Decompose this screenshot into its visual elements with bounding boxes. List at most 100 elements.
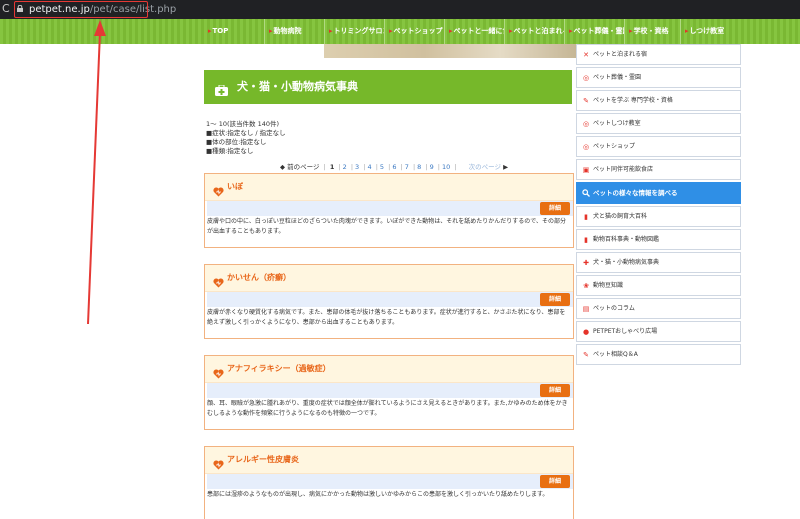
entry-header: アナフィラキシー（過敏症）: [205, 356, 573, 383]
paw-icon: ❀: [583, 282, 589, 290]
nav-item-label: しつけ教室: [689, 27, 725, 35]
entry-description: 患部には湿疹のようなものが出現し、病気にかかった動物は激しいかゆみからこの患部を…: [207, 491, 549, 498]
nav-bullet-icon: ▸: [269, 27, 273, 35]
entry-tags-bar: [207, 292, 573, 307]
page-link[interactable]: 2: [343, 163, 347, 171]
circle-icon: ◎: [582, 143, 590, 151]
chat-icon: ●: [582, 328, 590, 336]
detail-button[interactable]: 詳細: [540, 475, 570, 488]
entry-header: いぼ: [205, 174, 573, 201]
sidebar-item-label: 動物百科事典・動物図鑑: [593, 236, 660, 243]
nav-item-school[interactable]: ▸学校・資格: [624, 19, 680, 44]
book-icon: ▮: [584, 213, 588, 221]
detail-button[interactable]: 詳細: [540, 384, 570, 397]
nav-item-hospital[interactable]: ▸動物病院: [264, 19, 324, 44]
filter-body-part: ■体の部位:指定なし: [206, 138, 267, 146]
grid-icon: ▤: [582, 305, 590, 313]
entry-name[interactable]: アナフィラキシー（過敏症）: [227, 363, 331, 374]
sidebar-item-forum[interactable]: ● PETPETおしゃべり広場: [576, 321, 741, 342]
entry-name[interactable]: アレルギー性皮膚炎: [227, 454, 299, 465]
sidebar-search-header[interactable]: ペットの様々な情報を調べる: [576, 182, 741, 204]
heart-icon: [213, 364, 224, 379]
reload-icon[interactable]: C: [2, 2, 10, 16]
sidebar-item-label: 動物豆知識: [593, 282, 624, 289]
filter-symptom: ■症状:指定なし / 指定なし: [206, 129, 286, 137]
detail-button[interactable]: 詳細: [540, 293, 570, 306]
page-title-bar: 犬・猫・小動物病気事典: [204, 70, 572, 104]
nav-bullet-icon: ▸: [685, 27, 689, 35]
nav-item-label: 学校・資格: [633, 27, 669, 35]
sidebar-item-funeral[interactable]: ◎ ペット葬儀・霊園: [576, 67, 741, 88]
entry-header: アレルギー性皮膚炎: [205, 447, 573, 474]
nav-item-funeral[interactable]: ▸ペット葬儀・霊園: [564, 19, 624, 44]
sidebar: ✕ ペットと泊まれる宿 ◎ ペット葬儀・霊園 ✎ ペットを学ぶ 専門学校・資格 ◎ ペッ…: [576, 44, 741, 367]
entry-name[interactable]: いぼ: [227, 181, 243, 192]
prev-arrow-icon: ◆: [280, 163, 285, 171]
page-link[interactable]: 10: [442, 163, 450, 171]
sidebar-item-training[interactable]: ◎ ペットしつけ教室: [576, 113, 741, 134]
sidebar-item-lodging[interactable]: ✕ ペットと泊まれる宿: [576, 44, 741, 65]
sidebar-item-label: ペットのコラム: [593, 305, 635, 312]
nav-item-training[interactable]: ▸しつけ教室: [680, 19, 740, 44]
nav-item-trimming[interactable]: ▸トリミングサロン: [324, 19, 384, 44]
page-link[interactable]: 8: [417, 163, 421, 171]
detail-button[interactable]: 詳細: [540, 202, 570, 215]
nav-item-dining[interactable]: ▸ペットと一緒に食事: [444, 19, 504, 44]
sidebar-item-label: ペットと泊まれる宿: [593, 51, 648, 58]
nav-bullet-icon: ▸: [569, 27, 573, 35]
sidebar-item-qa[interactable]: ✎ ペット相談Q＆A: [576, 344, 741, 365]
disease-entry: アナフィラキシー（過敏症） 詳細 顔、耳、眼瞼が急激に腫れあがり、重度の症状では…: [204, 355, 574, 430]
entry-tags-bar: [207, 201, 573, 216]
page-title: 犬・猫・小動物病気事典: [237, 80, 358, 93]
browser-address-bar: C petpet.ne.jp/pet/case/list.php: [0, 0, 800, 19]
page-link[interactable]: 9: [430, 163, 434, 171]
entry-tags-bar: [207, 474, 573, 489]
sidebar-item-encyclopedia[interactable]: ▮ 犬と猫の飼育大百科: [576, 206, 741, 227]
next-arrow-icon: ▶: [503, 163, 509, 171]
sidebar-item-animal-dictionary[interactable]: ▮ 動物百科事典・動物図鑑: [576, 229, 741, 250]
heart-icon: [213, 182, 224, 197]
page-link[interactable]: 6: [392, 163, 396, 171]
sidebar-item-trivia[interactable]: ❀ 動物豆知識: [576, 275, 741, 296]
page-link[interactable]: 4: [367, 163, 371, 171]
page-link[interactable]: 5: [380, 163, 384, 171]
page-link[interactable]: 3: [355, 163, 359, 171]
entry-header: かいせん（疥癬）: [205, 265, 573, 292]
disease-entry: いぼ 詳細 皮膚や口の中に、白っぽい豆粒ほどのざらついた肉塊ができます。いぼがで…: [204, 173, 574, 248]
next-page-link[interactable]: 次のページ: [469, 163, 501, 171]
current-page: 1: [329, 163, 335, 171]
sidebar-item-school[interactable]: ✎ ペットを学ぶ 専門学校・資格: [576, 90, 741, 111]
sidebar-item-label: ペットを学ぶ 専門学校・資格: [593, 97, 673, 104]
disease-entry: かいせん（疥癬） 詳細 皮膚が赤くなり硬質化する病気です。また、患部の体毛が抜け…: [204, 264, 574, 339]
nav-item-label: 動物病院: [273, 27, 302, 35]
sidebar-item-label: ペットしつけ教室: [593, 120, 641, 127]
sidebar-item-petshop[interactable]: ◎ ペットショップ: [576, 136, 741, 157]
nav-item-top[interactable]: ▸TOP: [204, 19, 264, 44]
pencil-icon: ✎: [583, 351, 589, 359]
prev-page-link[interactable]: 前のページ: [287, 163, 319, 171]
nav-item-label: ペットと一緒に食事: [453, 27, 504, 35]
nav-bullet-icon: ▸: [509, 27, 513, 35]
square-icon: ▣: [582, 166, 590, 174]
nav-item-label: トリミングサロン: [333, 27, 384, 35]
sidebar-item-column[interactable]: ▤ ペットのコラム: [576, 298, 741, 319]
entry-description: 皮膚や口の中に、白っぽい豆粒ほどのざらついた肉塊ができます。いぼができた動物は、…: [207, 218, 566, 235]
nav-item-lodging[interactable]: ▸ペットと泊まれる宿: [504, 19, 564, 44]
entry-name[interactable]: かいせん（疥癬）: [227, 272, 291, 283]
medkit-icon: [215, 81, 228, 96]
page-link[interactable]: 7: [405, 163, 409, 171]
sidebar-item-disease-dictionary[interactable]: ✚ 犬・猫・小動物病気事典: [576, 252, 741, 273]
entry-description: 顔、耳、眼瞼が急激に腫れあがり、重度の症状では顔全体が膨れているようにさえ見える…: [207, 400, 568, 417]
sidebar-item-dining[interactable]: ▣ ペット同伴可能飲食店: [576, 159, 741, 180]
nav-item-petshop[interactable]: ▸ペットショップ: [384, 19, 444, 44]
nav-item-label: ペットショップ: [393, 27, 443, 35]
result-count: 1～ 10(該当件数 140件): [206, 120, 280, 128]
header-banner-image: [324, 44, 576, 58]
url-highlight-box: [14, 1, 148, 18]
entry-tags-bar: [207, 383, 573, 398]
medkit-icon: ✚: [583, 259, 589, 267]
entry-description: 皮膚が赤くなり硬質化する病気です。また、患部の体毛が抜け落ちることもあります。症…: [207, 309, 566, 326]
sidebar-item-label: 犬・猫・小動物病気事典: [593, 259, 660, 266]
sidebar-search-label: ペットの様々な情報を調べる: [593, 189, 678, 197]
nav-item-label: ペット葬儀・霊園: [573, 27, 624, 35]
